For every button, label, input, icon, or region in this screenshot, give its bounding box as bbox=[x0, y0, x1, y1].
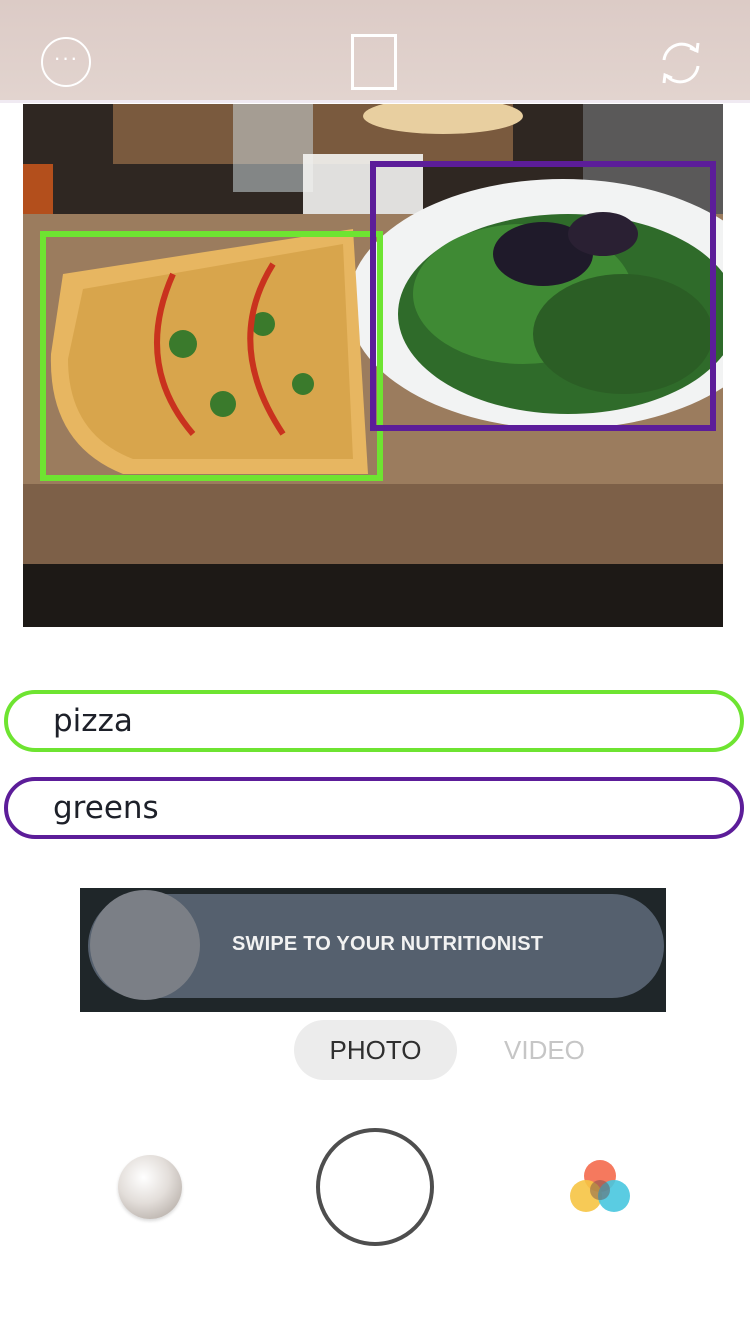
shutter-button[interactable] bbox=[316, 1128, 434, 1246]
swipe-label: SWIPE TO YOUR NUTRITIONIST bbox=[232, 933, 544, 955]
top-bar: ··· bbox=[0, 0, 750, 103]
tag-greens-label: greens bbox=[53, 790, 159, 826]
photo-canvas bbox=[23, 104, 723, 627]
food-photo bbox=[23, 104, 723, 627]
camera-flip-icon bbox=[662, 42, 700, 84]
ellipsis-icon: ··· bbox=[53, 45, 79, 70]
color-filters-icon[interactable] bbox=[568, 1158, 632, 1218]
tag-pizza-label: pizza bbox=[53, 703, 133, 739]
frame-toggle-button[interactable] bbox=[351, 34, 397, 90]
flip-camera-button[interactable] bbox=[654, 36, 708, 90]
mode-photo-tab[interactable]: PHOTO bbox=[294, 1020, 457, 1080]
tag-pizza[interactable]: pizza bbox=[4, 690, 744, 752]
more-options-button[interactable]: ··· bbox=[41, 37, 91, 87]
gallery-thumbnail-button[interactable] bbox=[118, 1155, 182, 1219]
tag-greens[interactable]: greens bbox=[4, 777, 744, 839]
mode-video-tab[interactable]: VIDEO bbox=[504, 1035, 585, 1066]
swipe-handle[interactable] bbox=[90, 890, 200, 1000]
